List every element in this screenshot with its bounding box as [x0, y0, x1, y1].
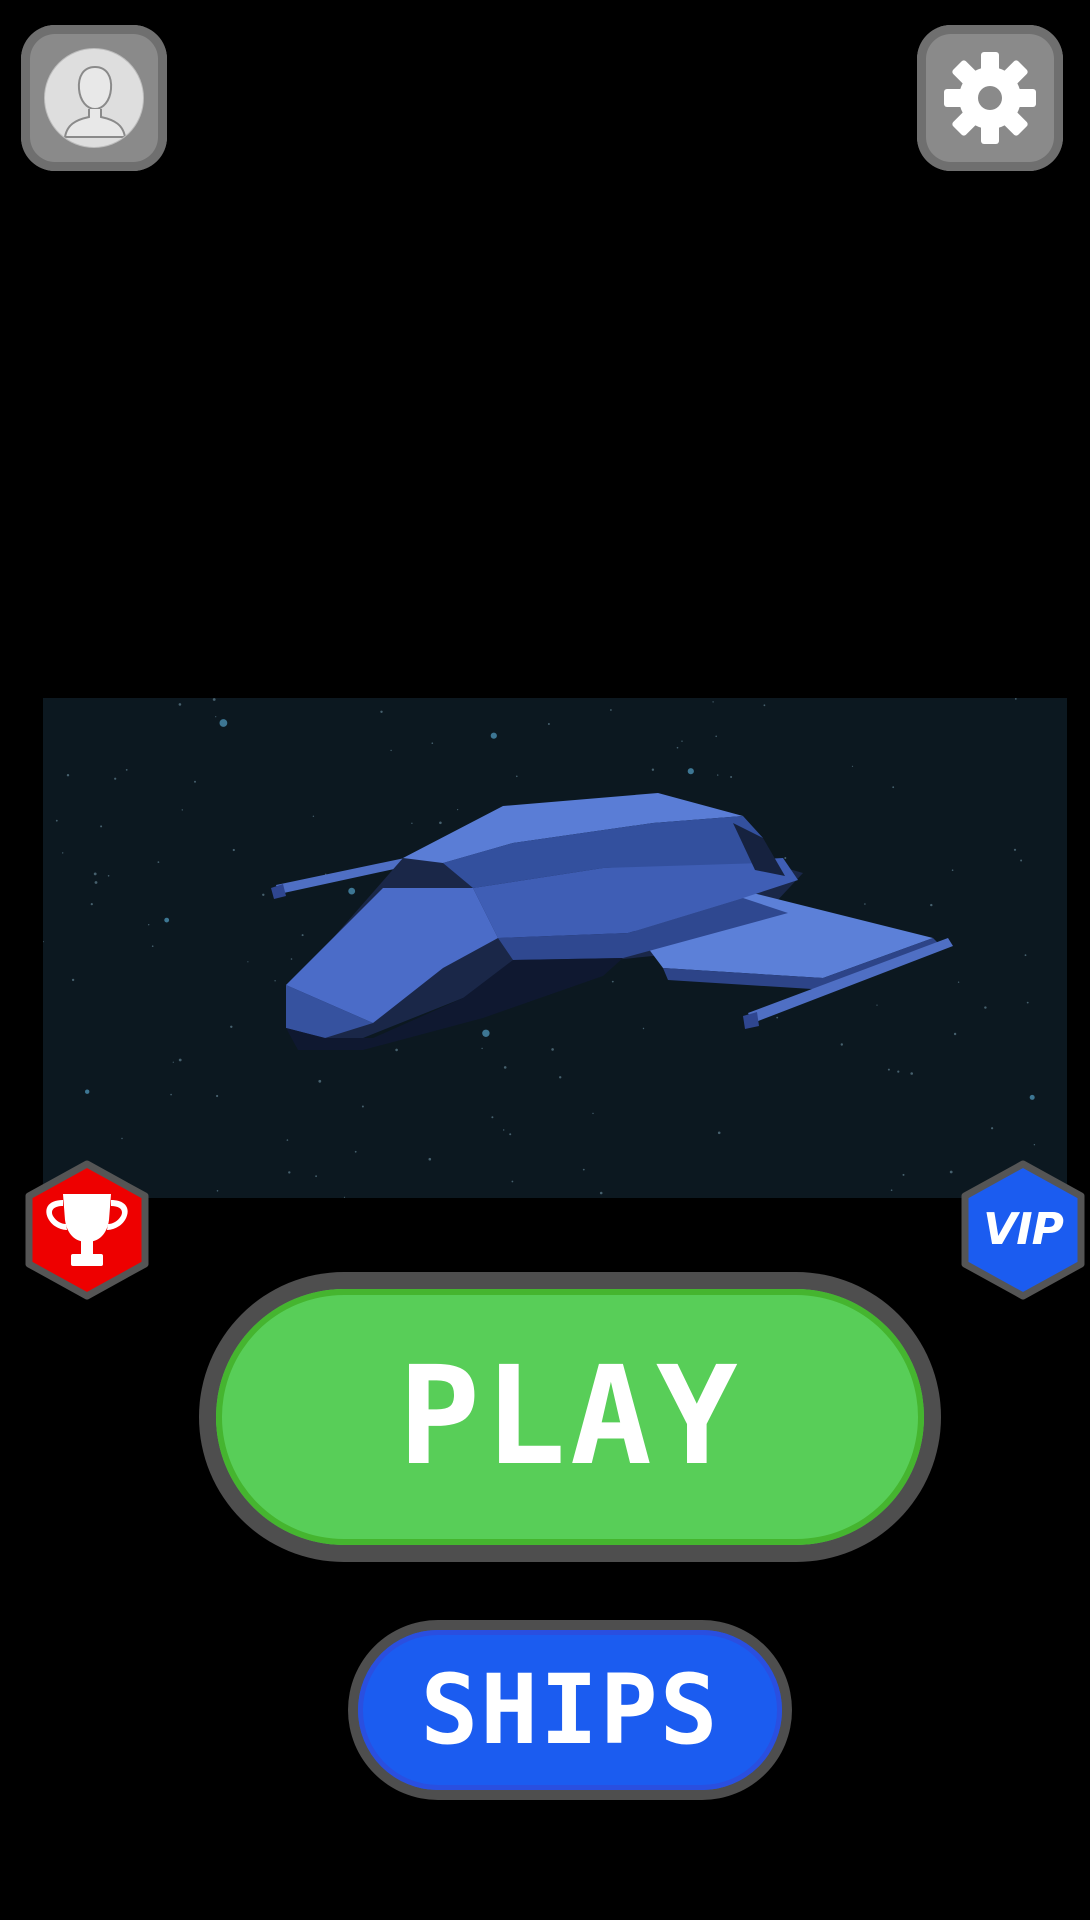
ships-label: SHIPS [420, 1654, 720, 1766]
vip-button[interactable]: VIP [957, 1160, 1089, 1300]
main-menu-screen: VIP PLAY SHIPS [0, 0, 1090, 1920]
user-silhouette-icon [63, 65, 127, 138]
ship-showcase [43, 698, 1067, 1198]
profile-button[interactable] [21, 25, 167, 171]
play-button[interactable]: PLAY [199, 1272, 941, 1562]
avatar [44, 48, 144, 148]
play-button-face: PLAY [216, 1289, 924, 1545]
trophy-icon [46, 1194, 128, 1266]
spaceship-image [271, 793, 953, 1050]
gear-icon [944, 52, 1036, 144]
ships-button[interactable]: SHIPS [348, 1620, 792, 1800]
settings-button[interactable] [917, 25, 1063, 171]
leaderboard-button[interactable] [21, 1160, 153, 1300]
vip-label: VIP [983, 1204, 1064, 1255]
ships-button-face: SHIPS [358, 1630, 782, 1790]
play-label: PLAY [398, 1338, 742, 1496]
